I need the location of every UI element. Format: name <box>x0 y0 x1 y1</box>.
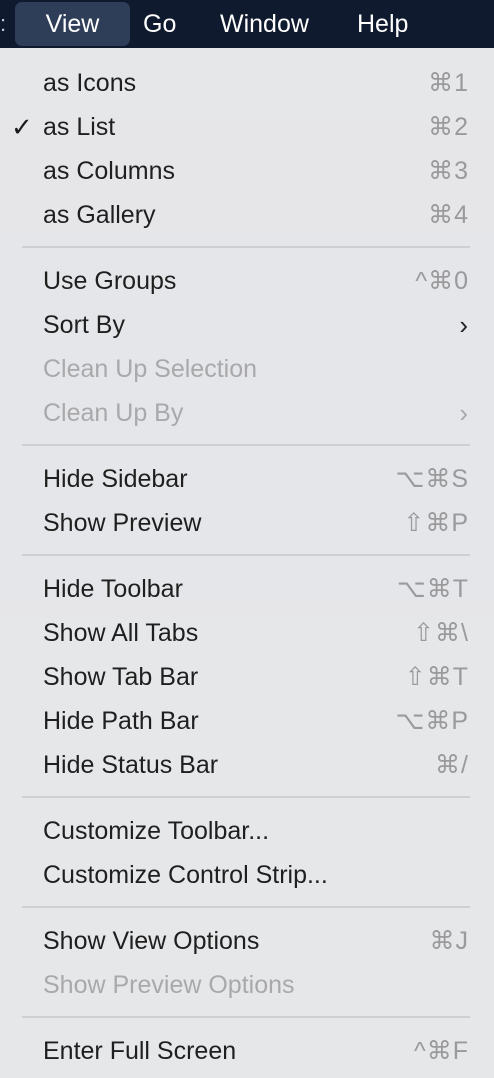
menu-item-label: Clean Up Selection <box>43 355 258 383</box>
menu-item-label: Customize Toolbar... <box>43 817 270 845</box>
menubar-help[interactable]: Help <box>357 0 408 48</box>
menu-item-label: Hide Toolbar <box>43 575 183 603</box>
menu-item-customize-toolbar[interactable]: Customize Toolbar... <box>0 809 494 853</box>
menu-item-label: Show Preview <box>43 509 202 537</box>
menu-item-hide-status-bar[interactable]: Hide Status Bar ⌘/ <box>0 743 494 787</box>
chevron-right-icon: › <box>459 310 468 340</box>
menu-separator <box>22 246 470 248</box>
menu-item-label: Hide Sidebar <box>43 465 188 493</box>
menu-item-shortcut: ^⌘0 <box>415 267 469 295</box>
menu-item-label: Hide Path Bar <box>43 707 199 735</box>
menu-separator <box>22 1016 470 1018</box>
menu-item-as-columns[interactable]: as Columns ⌘3 <box>0 149 494 193</box>
menu-item-shortcut: ⌘J <box>429 927 469 955</box>
menu-item-sort-by[interactable]: Sort By › <box>0 303 494 347</box>
menu-item-hide-toolbar[interactable]: Hide Toolbar ⌥⌘T <box>0 567 494 611</box>
menu-item-label: Hide Status Bar <box>43 751 219 779</box>
menu-separator <box>22 444 470 446</box>
menu-item-show-tab-bar[interactable]: Show Tab Bar ⇧⌘T <box>0 655 494 699</box>
menu-item-shortcut: ⌘2 <box>428 113 469 141</box>
menu-separator <box>22 554 470 556</box>
menu-item-label: Show Preview Options <box>43 971 295 999</box>
menu-item-label: as Gallery <box>43 201 156 229</box>
menu-separator <box>22 906 470 908</box>
menu-item-clean-up-selection: Clean Up Selection <box>0 347 494 391</box>
menu-item-shortcut: ⌘1 <box>428 69 469 97</box>
menu-item-use-groups[interactable]: Use Groups ^⌘0 <box>0 259 494 303</box>
menu-item-label: Use Groups <box>43 267 177 295</box>
chevron-right-icon: › <box>459 398 468 428</box>
menu-item-shortcut: ⇧⌘P <box>403 509 469 537</box>
menu-item-hide-path-bar[interactable]: Hide Path Bar ⌥⌘P <box>0 699 494 743</box>
menu-separator <box>22 796 470 798</box>
menu-item-label: as List <box>43 113 116 141</box>
menu-item-label: Customize Control Strip... <box>43 861 328 889</box>
menu-item-label: Show View Options <box>43 927 260 955</box>
menu-item-label: Clean Up By <box>43 399 184 427</box>
menu-item-shortcut: ⌥⌘P <box>395 707 469 735</box>
menubar-window[interactable]: Window <box>220 0 309 48</box>
menu-item-enter-full-screen[interactable]: Enter Full Screen ^⌘F <box>0 1029 494 1073</box>
view-menu-dropdown: as Icons ⌘1 ✓ as List ⌘2 as Columns ⌘3 a… <box>0 48 494 1078</box>
menubar-view[interactable]: View <box>15 2 130 46</box>
menu-item-show-preview[interactable]: Show Preview ⇧⌘P <box>0 501 494 545</box>
menu-item-label: Show Tab Bar <box>43 663 199 691</box>
menu-item-shortcut: ⌥⌘S <box>395 465 469 493</box>
menu-item-shortcut: ^⌘F <box>413 1037 469 1065</box>
menubar-go[interactable]: Go <box>143 0 176 48</box>
menu-item-as-list[interactable]: ✓ as List ⌘2 <box>0 105 494 149</box>
menu-item-clean-up-by: Clean Up By › <box>0 391 494 435</box>
menu-bar: : View Go Window Help <box>0 0 494 48</box>
menu-item-label: Enter Full Screen <box>43 1037 237 1065</box>
menu-item-label: Show All Tabs <box>43 619 199 647</box>
menu-item-shortcut: ⌘3 <box>428 157 469 185</box>
menu-item-shortcut: ⌘/ <box>435 751 469 779</box>
checkmark-icon: ✓ <box>11 112 33 142</box>
menu-item-shortcut: ⇧⌘\ <box>413 619 469 647</box>
menu-item-label: as Icons <box>43 69 137 97</box>
menu-item-shortcut: ⌘4 <box>428 201 469 229</box>
menu-item-customize-control-strip[interactable]: Customize Control Strip... <box>0 853 494 897</box>
menu-item-shortcut: ⌥⌘T <box>396 575 469 603</box>
menu-item-shortcut: ⇧⌘T <box>404 663 469 691</box>
menu-item-hide-sidebar[interactable]: Hide Sidebar ⌥⌘S <box>0 457 494 501</box>
menubar-edge-glyph: : <box>0 11 7 36</box>
menu-item-show-all-tabs[interactable]: Show All Tabs ⇧⌘\ <box>0 611 494 655</box>
menu-item-label: as Columns <box>43 157 175 185</box>
menu-item-show-preview-options: Show Preview Options <box>0 963 494 1007</box>
menu-item-label: Sort By <box>43 311 125 339</box>
menu-item-as-icons[interactable]: as Icons ⌘1 <box>0 61 494 105</box>
menu-item-as-gallery[interactable]: as Gallery ⌘4 <box>0 193 494 237</box>
menu-item-show-view-options[interactable]: Show View Options ⌘J <box>0 919 494 963</box>
